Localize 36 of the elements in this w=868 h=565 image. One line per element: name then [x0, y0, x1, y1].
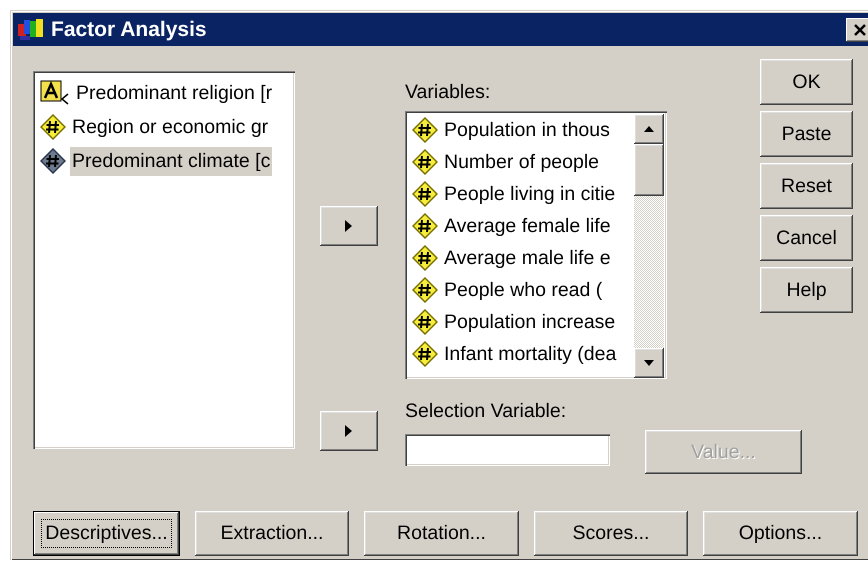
- selection-variable-field[interactable]: [405, 434, 610, 466]
- dialog-button[interactable]: Descriptives...: [33, 511, 180, 556]
- scroll-thumb[interactable]: [634, 144, 664, 196]
- variable-item[interactable]: Average male life e: [442, 244, 613, 272]
- selection-variable-label: Selection Variable:: [405, 400, 568, 420]
- source-variable-list[interactable]: Predominant religion [r Region or economic gr Predominant climate [c: [33, 71, 295, 449]
- variables-list[interactable]: Population in thous Number of people People living in citie Average female life Average male life e People who read ( Population increase Infant mortality (dea: [405, 111, 667, 379]
- scroll-down-button[interactable]: [634, 348, 664, 378]
- dialog-button[interactable]: Reset: [760, 163, 853, 209]
- variable-item[interactable]: Region or economic gr: [70, 112, 270, 142]
- variable-item[interactable]: People living in citie: [442, 180, 618, 208]
- variable-item[interactable]: Average female life: [442, 212, 613, 240]
- variable-item[interactable]: Population increase: [442, 308, 618, 336]
- variable-item[interactable]: Number of people: [442, 148, 602, 176]
- dialog-button[interactable]: Paste: [760, 111, 853, 157]
- variable-item[interactable]: People who read (: [442, 276, 604, 304]
- app-icon: [17, 18, 45, 42]
- close-icon: [853, 22, 867, 36]
- variable-item[interactable]: Population in thous: [442, 116, 612, 144]
- dialog-button[interactable]: OK: [760, 59, 853, 105]
- scrollbar[interactable]: [634, 114, 664, 378]
- scroll-up-button[interactable]: [634, 114, 664, 144]
- dialog-button[interactable]: Help: [760, 267, 853, 313]
- dialog-button[interactable]: Rotation...: [364, 511, 519, 556]
- move-button[interactable]: [320, 206, 378, 246]
- variables-label: Variables:: [405, 81, 492, 101]
- dialog-button[interactable]: Extraction...: [195, 511, 349, 556]
- move-button[interactable]: [320, 411, 378, 451]
- close-button[interactable]: [846, 18, 868, 42]
- dialog-button[interactable]: Scores...: [534, 511, 688, 556]
- variable-item[interactable]: Infant mortality (dea: [442, 340, 618, 368]
- variable-item[interactable]: Predominant religion [r: [74, 78, 274, 108]
- window-title: Factor Analysis: [51, 18, 208, 42]
- dialog-button[interactable]: Options...: [703, 511, 858, 556]
- dialog-button[interactable]: Cancel: [760, 215, 853, 261]
- variable-item[interactable]: Predominant climate [c: [70, 146, 272, 176]
